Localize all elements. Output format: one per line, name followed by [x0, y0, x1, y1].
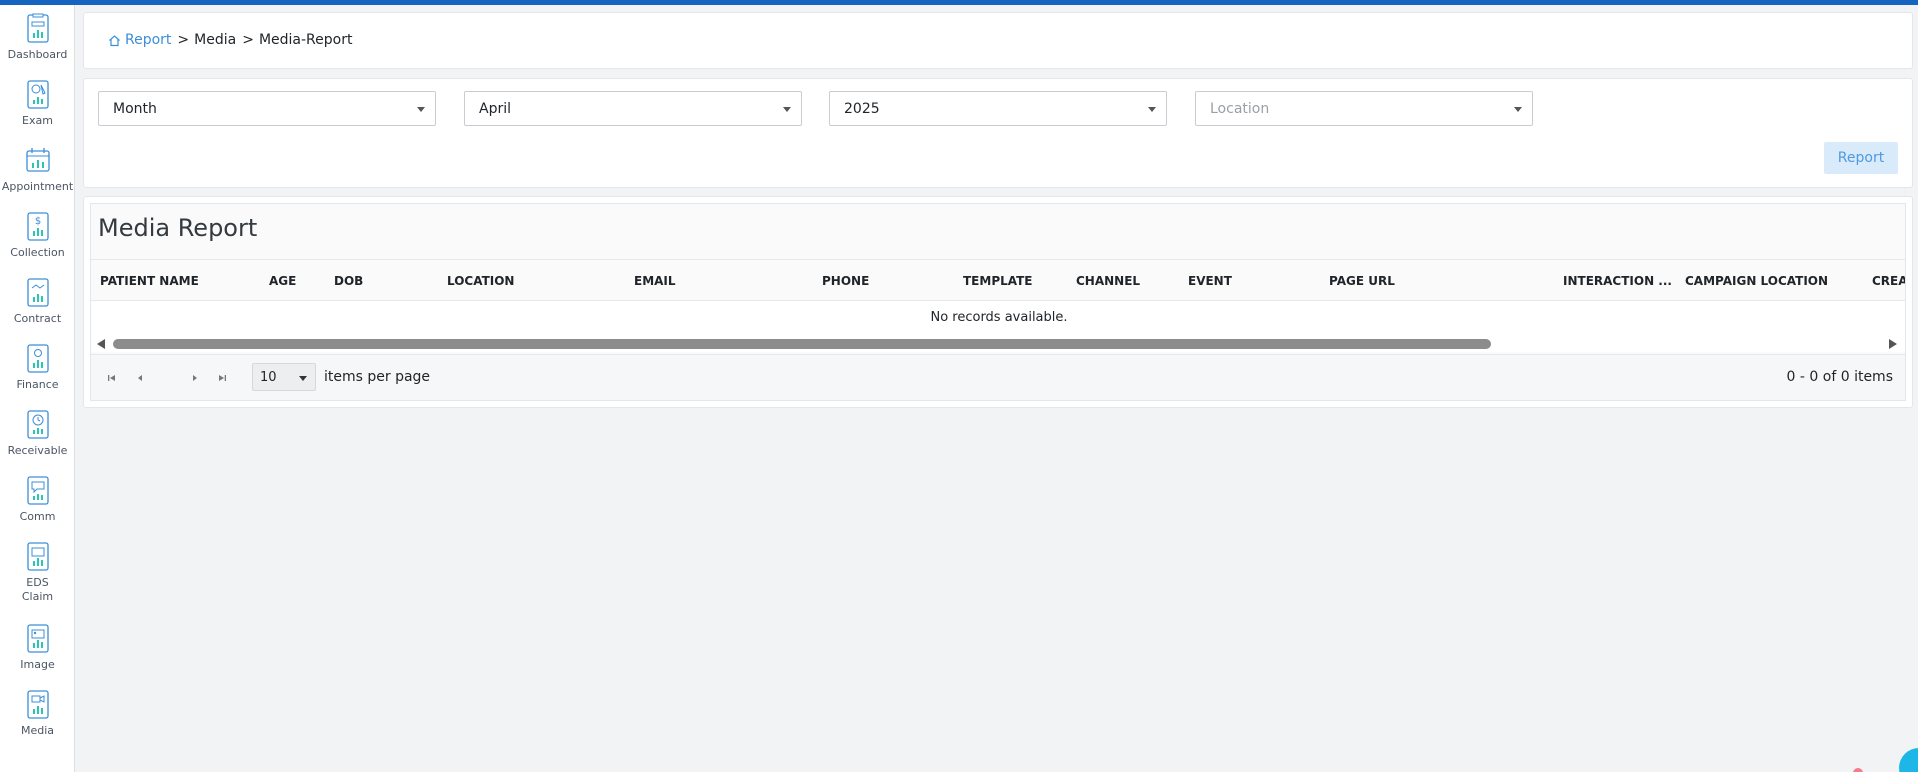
- column-header-interaction[interactable]: INTERACTION ...: [1563, 274, 1672, 288]
- sidebar-item-label: EDS Claim: [21, 576, 54, 603]
- chevron-down-icon: [1148, 107, 1156, 112]
- pager-info: 0 - 0 of 0 items: [1786, 369, 1893, 385]
- sidebar-item-label: Media: [20, 724, 55, 737]
- filter-card: Month April 2025 Location Report: [83, 78, 1913, 188]
- scrollbar-thumb[interactable]: [113, 339, 1491, 349]
- home-icon: [109, 34, 120, 46]
- sidebar-item-label: Collection: [10, 246, 65, 259]
- eds-claim-report-icon: [26, 542, 49, 571]
- chevron-down-icon: [1514, 107, 1522, 112]
- month-select[interactable]: April: [464, 91, 802, 126]
- contract-report-icon: [26, 278, 49, 307]
- appointment-report-icon: [25, 148, 50, 172]
- location-placeholder: Location: [1210, 101, 1270, 117]
- location-select[interactable]: Location: [1195, 91, 1533, 126]
- column-header-email[interactable]: EMAIL: [634, 274, 676, 288]
- last-page-icon[interactable]: [215, 372, 229, 384]
- chevron-down-icon: [783, 107, 791, 112]
- no-records-message: No records available.: [930, 310, 1068, 325]
- sidebar-item-label: Comm: [19, 510, 56, 523]
- previous-page-icon[interactable]: [133, 372, 147, 384]
- column-header-phone[interactable]: PHONE: [822, 274, 869, 288]
- grid-body: No records available.: [91, 301, 1905, 336]
- year-value: 2025: [844, 101, 880, 117]
- column-header-event[interactable]: EVENT: [1188, 274, 1232, 288]
- column-header-channel[interactable]: CHANNEL: [1076, 274, 1140, 288]
- breadcrumb-item-media-report: Media-Report: [258, 32, 353, 48]
- column-header-created[interactable]: CREAT: [1872, 274, 1905, 288]
- caret-down-icon: [299, 376, 307, 381]
- breadcrumb: Report > Media > Media-Report: [108, 32, 352, 48]
- breadcrumb-item-media: Media: [194, 32, 237, 48]
- grid-title: Media Report: [98, 214, 258, 242]
- sidebar-item-contract[interactable]: Contract: [0, 277, 75, 326]
- sidebar-item-label: Finance: [16, 378, 59, 391]
- sidebar-item-appointment[interactable]: Appointment: [0, 145, 75, 194]
- items-per-page-label: items per page: [324, 369, 431, 385]
- breadcrumb-separator: >: [242, 32, 254, 48]
- column-header-patient-name[interactable]: PATIENT NAME: [100, 274, 199, 288]
- period-type-value: Month: [113, 101, 157, 117]
- scroll-left-icon[interactable]: [97, 339, 105, 349]
- image-report-icon: [26, 624, 49, 653]
- collection-report-icon: $: [26, 212, 49, 241]
- year-select[interactable]: 2025: [829, 91, 1167, 126]
- period-type-select[interactable]: Month: [98, 91, 436, 126]
- sidebar-item-finance[interactable]: Finance: [0, 343, 75, 392]
- sidebar-item-label: Contract: [13, 312, 62, 325]
- column-header-campaign-location[interactable]: CAMPAIGN LOCATION: [1685, 274, 1828, 288]
- page-size-value: 10: [260, 370, 277, 385]
- grid-header-row: PATIENT NAME AGE DOB LOCATION EMAIL PHON…: [91, 259, 1905, 301]
- sidebar-item-label: Image: [20, 658, 55, 671]
- grid-pager: 10 items per page 0 - 0 of 0 items: [91, 354, 1905, 400]
- svg-text:$: $: [34, 216, 40, 227]
- dashboard-report-icon: [26, 13, 49, 43]
- finance-report-icon: [26, 344, 49, 373]
- exam-report-icon: [26, 80, 49, 109]
- sidebar-item-label: Exam: [22, 114, 53, 127]
- top-accent-bar: [0, 0, 1918, 5]
- media-report-icon: [26, 690, 49, 719]
- breadcrumb-home-label: Report: [125, 32, 172, 48]
- breadcrumb-separator: >: [177, 32, 190, 48]
- sidebar-item-receivable[interactable]: Receivable: [0, 409, 75, 458]
- page-size-select[interactable]: 10: [252, 363, 316, 391]
- column-header-dob[interactable]: DOB: [334, 274, 363, 288]
- breadcrumb-card: Report > Media > Media-Report: [83, 12, 1913, 69]
- first-page-icon[interactable]: [105, 372, 119, 384]
- sidebar-item-exam[interactable]: Exam: [0, 79, 75, 128]
- sidebar-item-label: Appointment: [1, 180, 74, 193]
- column-header-location[interactable]: LOCATION: [447, 274, 514, 288]
- media-report-grid-card: Media Report PATIENT NAME AGE DOB LOCATI…: [83, 196, 1913, 408]
- media-report-grid: Media Report PATIENT NAME AGE DOB LOCATI…: [90, 203, 1906, 401]
- horizontal-scrollbar[interactable]: [91, 336, 1905, 352]
- report-button[interactable]: Report: [1824, 142, 1898, 174]
- column-header-template[interactable]: TEMPLATE: [963, 274, 1033, 288]
- sidebar-item-image[interactable]: Image: [0, 623, 75, 672]
- sidebar-item-label: Receivable: [7, 444, 68, 457]
- scroll-right-icon[interactable]: [1889, 339, 1897, 349]
- sidebar-item-dashboard[interactable]: Dashboard: [0, 13, 75, 62]
- chevron-down-icon: [417, 107, 425, 112]
- comm-report-icon: [26, 476, 49, 505]
- reports-sidebar: Dashboard Exam Appointment $ Collection …: [0, 5, 75, 772]
- sidebar-item-comm[interactable]: Comm: [0, 475, 75, 524]
- column-header-age[interactable]: AGE: [269, 274, 296, 288]
- sidebar-item-collection[interactable]: $ Collection: [0, 211, 75, 260]
- notification-dot: [1853, 768, 1863, 772]
- sidebar-item-label: Dashboard: [7, 48, 68, 61]
- breadcrumb-home-link[interactable]: Report: [108, 32, 171, 48]
- receivable-report-icon: [26, 410, 49, 439]
- sidebar-item-media[interactable]: Media: [0, 689, 75, 738]
- column-header-page-url[interactable]: PAGE URL: [1329, 274, 1395, 288]
- next-page-icon[interactable]: [188, 372, 202, 384]
- sidebar-item-eds-claim[interactable]: EDS Claim: [0, 541, 75, 604]
- floating-action-button[interactable]: [1899, 748, 1918, 772]
- month-value: April: [479, 101, 511, 117]
